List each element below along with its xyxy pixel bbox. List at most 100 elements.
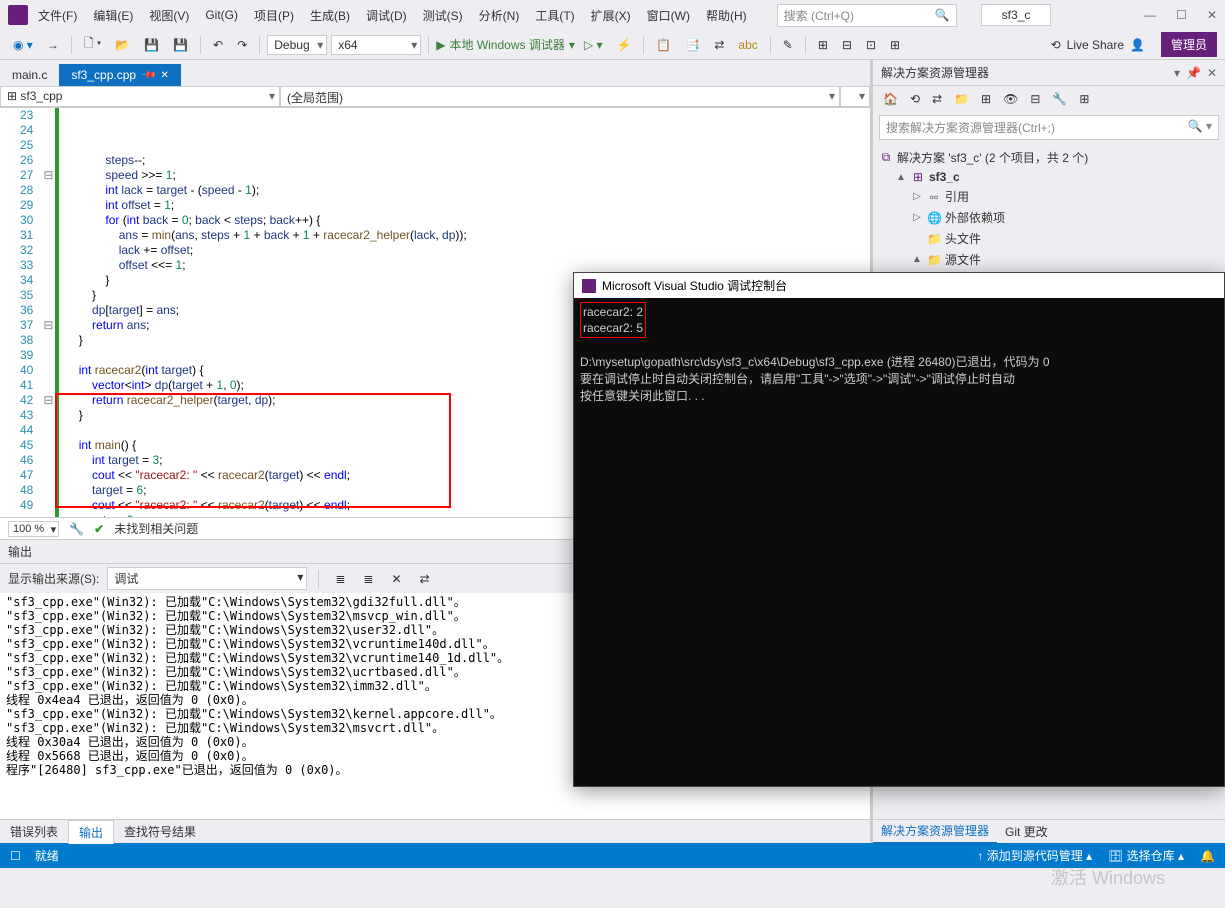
run-button[interactable]: ▶ 本地 Windows 调试器 ▾ [436, 36, 575, 53]
search-input[interactable]: 搜索 (Ctrl+Q) 🔍 [777, 4, 957, 27]
vs-logo-icon [8, 5, 28, 25]
panel-close-icon[interactable]: ✕ [1207, 66, 1217, 80]
menu-view[interactable]: 视图(V) [143, 3, 195, 28]
toolbar-icon-5[interactable]: ✎ [778, 36, 798, 54]
panel-menu-icon[interactable]: ▾ [1174, 66, 1180, 80]
run-label: 本地 Windows 调试器 [449, 36, 564, 53]
sln-tb-home[interactable]: 🏠 [879, 90, 902, 108]
menu-tools[interactable]: 工具(T) [529, 3, 580, 28]
sln-tb-5[interactable]: ⊞ [977, 90, 995, 108]
toolbar-icon-1[interactable]: 📋 [651, 36, 676, 54]
breadcrumb-scope[interactable]: (全局范围) [280, 86, 840, 107]
menu-project[interactable]: 项目(P) [248, 3, 300, 28]
live-share-button[interactable]: Live Share [1067, 38, 1124, 52]
menu-debug[interactable]: 调试(D) [360, 3, 413, 28]
output-tb-3[interactable]: ✕ [386, 570, 406, 588]
console-body[interactable]: racecar2: 2 racecar2: 5 D:\mysetup\gopat… [574, 298, 1224, 786]
close-button[interactable]: ✕ [1207, 8, 1217, 22]
search-placeholder: 搜索 (Ctrl+Q) [784, 7, 854, 24]
solution-root[interactable]: 解决方案 'sf3_c' (2 个项目，共 2 个) [897, 149, 1088, 166]
tab-output[interactable]: 输出 [68, 820, 114, 844]
sln-tb-6[interactable]: 👁 [999, 90, 1022, 108]
vs-logo-icon [582, 279, 596, 293]
folder-icon: 📁 [927, 253, 941, 267]
menu-file[interactable]: 文件(F) [32, 3, 83, 28]
nav-back-button[interactable]: ◉ ▾ [8, 36, 38, 54]
sln-tb-8[interactable]: 🔧 [1048, 90, 1071, 108]
toolbar-icon-9[interactable]: ⊞ [885, 36, 905, 54]
sln-tb-3[interactable]: ⇄ [928, 90, 946, 108]
toolbar-icon-6[interactable]: ⊞ [813, 36, 833, 54]
panel-pin-icon[interactable]: 📌 [1186, 66, 1201, 80]
toolbar-icon-4[interactable]: abc [733, 36, 762, 54]
expand-icon[interactable]: ▲ [911, 254, 923, 265]
debug-console-window[interactable]: Microsoft Visual Studio 调试控制台 racecar2: … [573, 272, 1225, 787]
console-title-bar[interactable]: Microsoft Visual Studio 调试控制台 [574, 273, 1224, 298]
run-without-debug-button[interactable]: ▷ ▾ [579, 36, 608, 54]
rp-tab-solution[interactable]: 解决方案资源管理器 [873, 819, 997, 844]
tab-label: main.c [12, 68, 47, 82]
menu-build[interactable]: 生成(B) [304, 3, 356, 28]
output-source-combo[interactable]: 调试 [107, 567, 307, 590]
toolbar-icon-3[interactable]: ⇄ [709, 36, 729, 54]
minimize-button[interactable]: — [1144, 8, 1156, 22]
config-combo[interactable]: Debug [267, 35, 327, 55]
tab-main-c[interactable]: main.c [0, 64, 59, 86]
nav-fwd-button[interactable]: → [42, 36, 64, 54]
tab-symbols[interactable]: 查找符号结果 [114, 820, 206, 843]
menu-git[interactable]: Git(G) [199, 4, 244, 26]
tab-sf3-cpp[interactable]: sf3_cpp.cpp 📌 ✕ [59, 64, 181, 86]
feedback-icon[interactable]: 👤 [1130, 38, 1145, 52]
menu-test[interactable]: 测试(S) [417, 3, 469, 28]
breadcrumb-project[interactable]: ⊞ sf3_cpp [0, 86, 280, 107]
tree-project[interactable]: sf3_c [929, 170, 960, 184]
toolbar-icon-2[interactable]: 📑 [680, 36, 705, 54]
line-gutter: 2324252627282930313233343536373839404142… [0, 108, 41, 517]
breadcrumb-member[interactable] [840, 86, 870, 107]
maximize-button[interactable]: ☐ [1176, 8, 1187, 22]
fold-column[interactable]: ⊟⊟⊟ [41, 108, 55, 517]
new-button[interactable]: 🗋 ▾ [79, 32, 106, 57]
zoom-combo[interactable]: 100 % [8, 521, 59, 537]
output-tb-4[interactable]: ⇄ [415, 570, 435, 588]
expand-icon[interactable]: ▲ [895, 172, 907, 183]
sln-tb-4[interactable]: 📁 [950, 90, 973, 108]
tree-headers[interactable]: 头文件 [945, 230, 981, 247]
tree-external[interactable]: 外部依赖项 [945, 209, 1005, 226]
status-repo[interactable]: 🗄 选择仓库 ▴ [1108, 847, 1184, 864]
console-line-3: D:\mysetup\gopath\src\dsy\sf3_c\x64\Debu… [580, 355, 1050, 369]
menu-analyze[interactable]: 分析(N) [473, 3, 526, 28]
sln-tb-9[interactable]: ⊞ [1075, 90, 1093, 108]
expand-icon[interactable]: ▷ [911, 191, 923, 202]
sln-tb-7[interactable]: ⊟ [1026, 90, 1044, 108]
status-sourcectl[interactable]: ↑ 添加到源代码管理 ▴ [977, 847, 1092, 864]
save-button[interactable]: 💾 [139, 36, 164, 54]
undo-button[interactable]: ↶ [208, 36, 228, 54]
platform-combo[interactable]: x64 [331, 35, 421, 55]
toolbar-icon-8[interactable]: ⊡ [861, 36, 881, 54]
output-tb-1[interactable]: ≣ [330, 570, 350, 588]
solution-search[interactable]: 搜索解决方案资源管理器(Ctrl+;) 🔍 ▾ [879, 115, 1219, 140]
spark-icon[interactable]: ⚡ [611, 36, 636, 54]
close-tab-icon[interactable]: ✕ [161, 70, 169, 81]
tab-label: sf3_cpp.cpp [71, 68, 136, 82]
menu-window[interactable]: 窗口(W) [641, 3, 696, 28]
pin-icon[interactable]: 📌 [140, 67, 157, 84]
sln-tb-2[interactable]: ⟲ [906, 90, 924, 108]
tree-refs[interactable]: 引用 [945, 188, 969, 205]
open-button[interactable]: 📂 [110, 36, 135, 54]
menu-edit[interactable]: 编辑(E) [87, 3, 139, 28]
tab-error-list[interactable]: 错误列表 [0, 820, 68, 843]
issues-icon[interactable]: 🔧 [69, 522, 84, 536]
tree-sources[interactable]: 源文件 [945, 251, 981, 268]
toolbar-icon-7[interactable]: ⊟ [837, 36, 857, 54]
menu-extensions[interactable]: 扩展(X) [585, 3, 637, 28]
expand-icon[interactable]: ▷ [911, 212, 923, 223]
menu-help[interactable]: 帮助(H) [700, 3, 753, 28]
rp-tab-git[interactable]: Git 更改 [997, 820, 1056, 843]
search-icon: 🔍 [935, 8, 950, 22]
save-all-button[interactable]: 💾 [168, 36, 193, 54]
redo-button[interactable]: ↷ [232, 36, 252, 54]
status-bell-icon[interactable]: 🔔 [1200, 849, 1215, 863]
output-tb-2[interactable]: ≣ [358, 570, 378, 588]
